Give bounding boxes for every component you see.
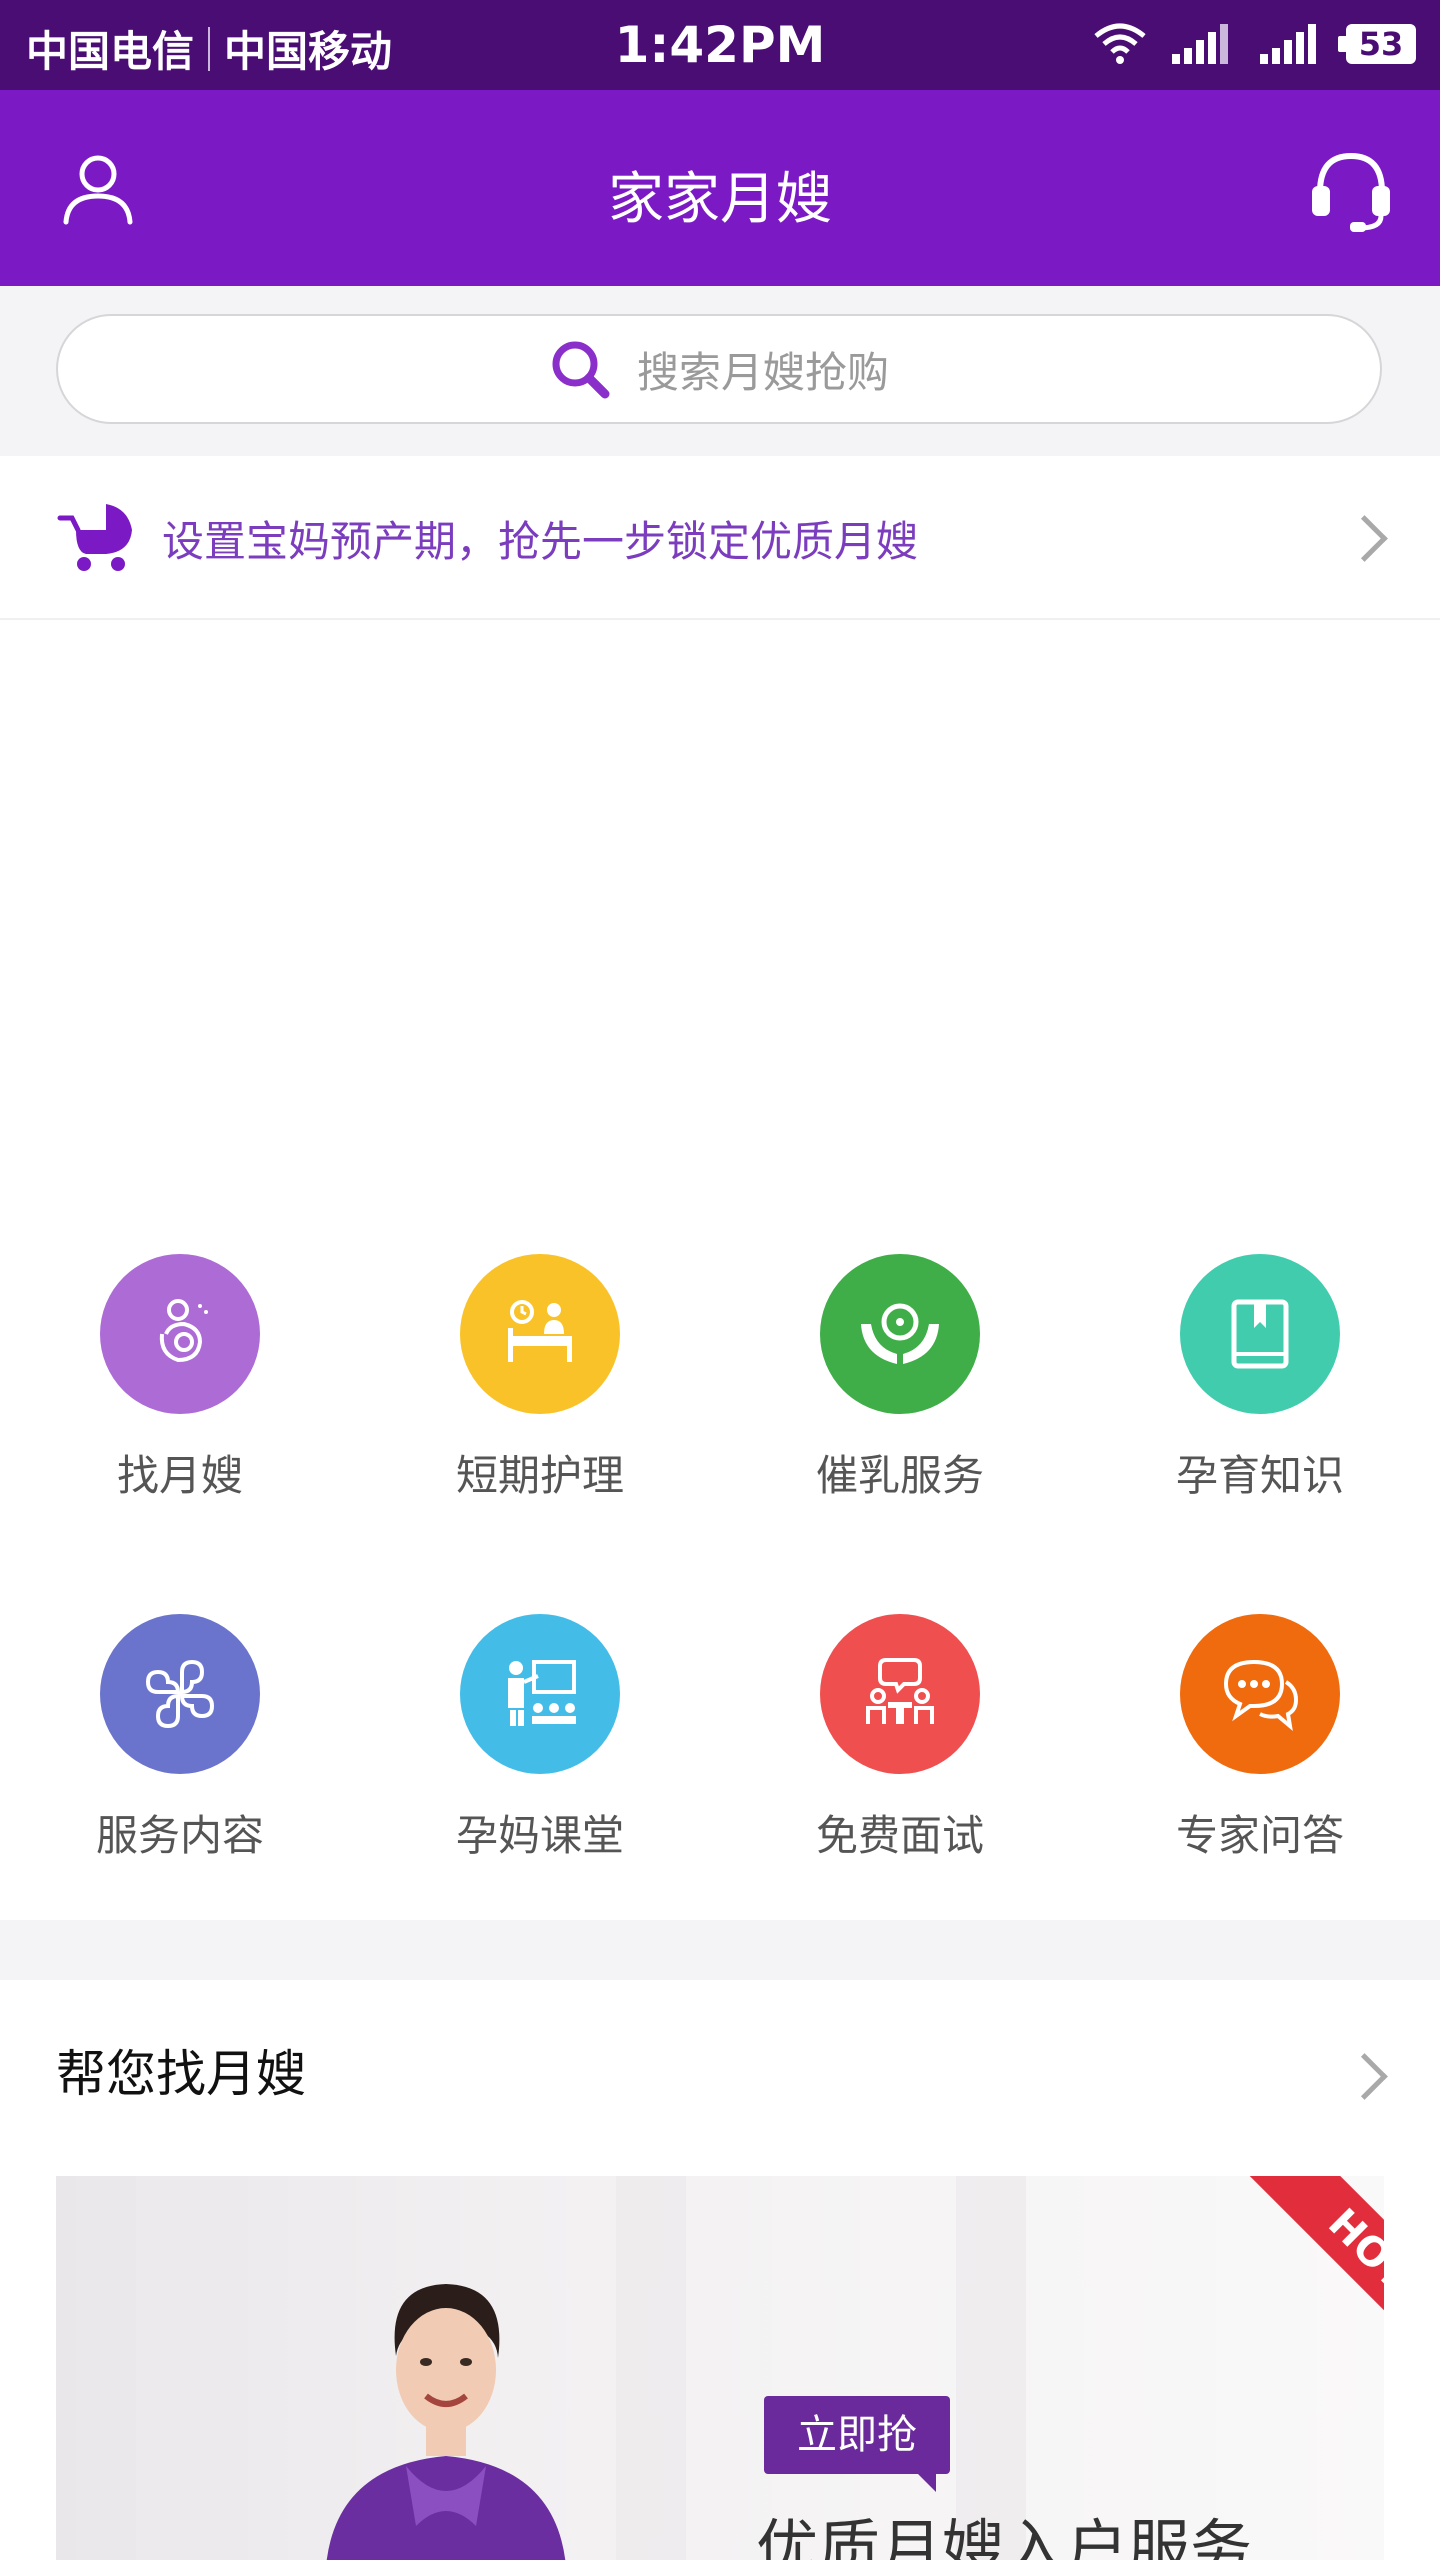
due-date-promo[interactable]: 设置宝妈预产期，抢先一步锁定优质月嫂 bbox=[0, 456, 1440, 620]
service-class[interactable]: 孕妈课堂 bbox=[360, 1580, 720, 1920]
service-short-care[interactable]: 短期护理 bbox=[360, 1220, 720, 1560]
service-label: 找月嫂 bbox=[116, 1451, 243, 1500]
service-label: 专家问答 bbox=[1175, 1811, 1344, 1860]
service-label: 孕育知识 bbox=[1175, 1451, 1344, 1500]
status-bar: 中国电信 中国移动 1:42PM 53 bbox=[0, 0, 1440, 90]
find-nanny-section-header[interactable]: 帮您找月嫂 bbox=[0, 1980, 1440, 2170]
battery-indicator: 53 bbox=[1338, 24, 1416, 64]
service-knowledge[interactable]: 孕育知识 bbox=[1080, 1220, 1440, 1560]
chevron-right-icon bbox=[1341, 2053, 1388, 2100]
book-icon bbox=[1180, 1254, 1340, 1414]
chevron-right-icon bbox=[1341, 515, 1388, 562]
service-grid: 找月嫂 短期护理 催乳服务 孕育知识 服务内容 孕妈课堂 免费面试 专家问答 bbox=[0, 1220, 1440, 1920]
signal-icon-2 bbox=[1260, 24, 1316, 64]
hot-badge: HOT bbox=[1243, 2176, 1384, 2376]
background-decor bbox=[616, 2176, 686, 2560]
service-label: 免费面试 bbox=[815, 1811, 984, 1860]
chat-bubbles-icon bbox=[1180, 1614, 1340, 1774]
interview-icon bbox=[820, 1614, 980, 1774]
banner-area bbox=[0, 620, 1440, 1220]
service-label: 短期护理 bbox=[455, 1451, 624, 1500]
page-title: 家家月嫂 bbox=[608, 167, 832, 232]
service-label: 服务内容 bbox=[95, 1811, 264, 1860]
mother-baby-icon bbox=[100, 1254, 260, 1414]
stroller-icon bbox=[57, 504, 132, 571]
app-header: 家家月嫂 bbox=[0, 90, 1440, 286]
wifi-icon bbox=[1094, 23, 1146, 64]
search-icon bbox=[552, 341, 610, 399]
nanny-promo-card[interactable]: HOT 立即抢 优质月嫂入户服务 bbox=[56, 2176, 1384, 2560]
card-title: 优质月嫂入户服务 bbox=[756, 2512, 1253, 2560]
nanny-photo bbox=[326, 2284, 566, 2560]
classroom-icon bbox=[460, 1614, 620, 1774]
promo-text: 设置宝妈预产期，抢先一步锁定优质月嫂 bbox=[162, 517, 919, 566]
service-expert-qa[interactable]: 专家问答 bbox=[1080, 1580, 1440, 1920]
service-label: 孕妈课堂 bbox=[455, 1811, 624, 1860]
buy-now-tag[interactable]: 立即抢 bbox=[764, 2396, 950, 2492]
search-area: 搜索月嫂抢购 bbox=[0, 286, 1440, 456]
section-divider bbox=[0, 1920, 1440, 1980]
service-label: 催乳服务 bbox=[815, 1451, 984, 1500]
service-interview[interactable]: 免费面试 bbox=[720, 1580, 1080, 1920]
service-lactation[interactable]: 催乳服务 bbox=[720, 1220, 1080, 1560]
section-title: 帮您找月嫂 bbox=[56, 2045, 306, 2103]
hands-care-icon bbox=[820, 1254, 980, 1414]
status-icons: 53 bbox=[1092, 22, 1416, 66]
nursing-bed-icon bbox=[460, 1254, 620, 1414]
service-find-nanny[interactable]: 找月嫂 bbox=[0, 1220, 360, 1560]
headset-icon[interactable] bbox=[1306, 146, 1396, 236]
grid-petals-icon bbox=[100, 1614, 260, 1774]
signal-icon-1 bbox=[1172, 24, 1228, 64]
search-input[interactable]: 搜索月嫂抢购 bbox=[56, 314, 1382, 424]
background-decor bbox=[136, 2176, 206, 2560]
service-content[interactable]: 服务内容 bbox=[0, 1580, 360, 1920]
search-placeholder: 搜索月嫂抢购 bbox=[636, 347, 889, 397]
